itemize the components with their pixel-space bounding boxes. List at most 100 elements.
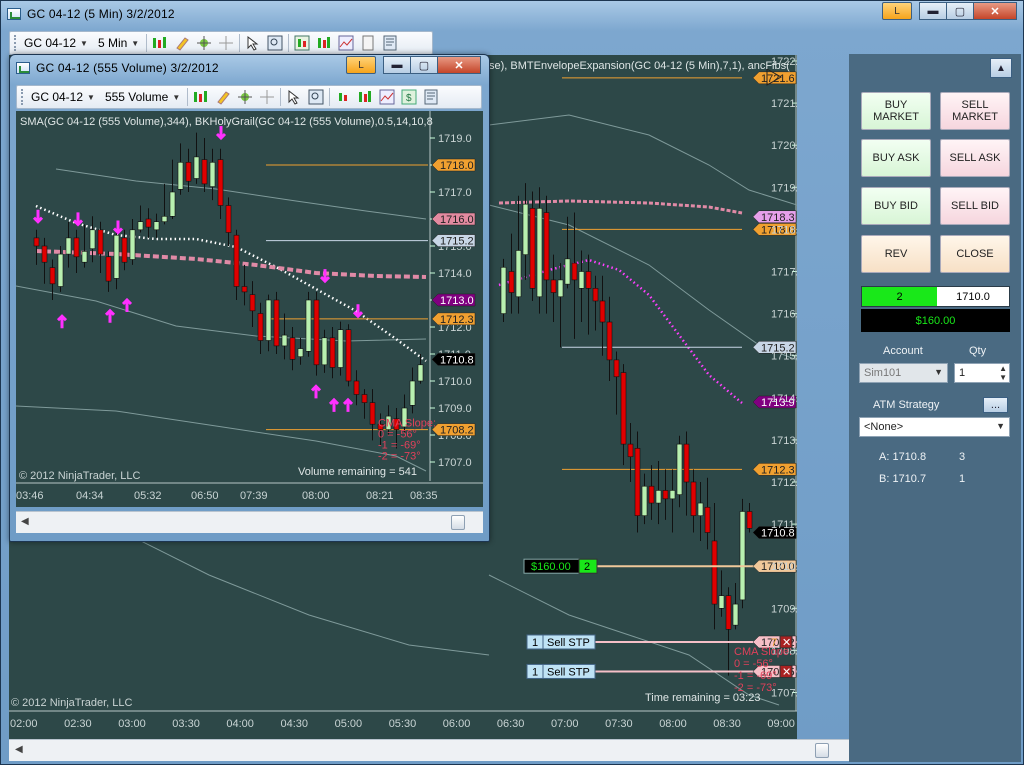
period-selector[interactable]: 5 Min ▼ [95, 36, 142, 50]
position-display: 2 1710.0 [861, 286, 1010, 307]
y-tick-label: 1710.0 [771, 561, 797, 573]
pointer-icon[interactable] [244, 34, 262, 52]
chart-trader-icon[interactable] [422, 88, 440, 106]
inner-window-title: GC 04-12 (555 Volume) 3/2/2012 [36, 61, 219, 75]
inner-link-button[interactable]: L [346, 56, 376, 74]
toolbar-grip-icon [14, 35, 17, 51]
candle-body [137, 221, 144, 231]
candle-body [57, 253, 64, 287]
inner-period-selector[interactable]: 555 Volume ▼ [102, 90, 183, 104]
main-toolbar: GC 04-12 ▼ 5 Min ▼ [9, 31, 433, 55]
maximize-button[interactable]: ▢ [946, 2, 974, 20]
zoom-icon[interactable] [266, 34, 284, 52]
quantity-stepper[interactable]: 1 ▲ ▼ [954, 363, 1010, 383]
buy-market-button[interactable]: BUY MARKET [861, 92, 931, 130]
panel-collapse-button[interactable]: ▲ [990, 58, 1012, 78]
price-tag: 1708.2 [440, 425, 474, 437]
x-tick-label: 03:30 [172, 718, 200, 730]
reverse-button[interactable]: REV [861, 235, 931, 273]
scroll-thumb[interactable] [451, 515, 465, 530]
properties-icon[interactable] [359, 34, 377, 52]
chevron-down-icon: ▼ [87, 92, 95, 102]
bar-style-icon[interactable] [192, 88, 210, 106]
order-qty: 1 [532, 666, 538, 678]
main-horizontal-scrollbar[interactable]: ◀ [9, 739, 849, 761]
bar-style-icon[interactable] [151, 34, 169, 52]
instrument-selector[interactable]: GC 04-12 ▼ [21, 36, 91, 50]
toolbar-separator [187, 88, 189, 106]
dollar-icon[interactable]: $ [400, 88, 418, 106]
envelope-line [55, 168, 427, 220]
account-select[interactable]: Sim101 ▼ [859, 363, 948, 383]
buy-bid-button[interactable]: BUY BID [861, 187, 931, 225]
atm-more-button[interactable]: ... [983, 397, 1008, 413]
chart-trader-icon[interactable] [381, 34, 399, 52]
close-position-button[interactable]: CLOSE [940, 235, 1010, 273]
candle-body [281, 334, 288, 347]
close-button[interactable]: ✕ [973, 2, 1017, 20]
pencil-draw-icon[interactable] [173, 34, 191, 52]
y-tick-label: 1712.0 [771, 477, 797, 489]
chart-trader-panel: ▲ BUY MARKET SELL MARKET BUY ASK SELL ASK … [849, 54, 1021, 762]
chart-app-icon [16, 62, 30, 74]
sell-ask-button[interactable]: SELL ASK [940, 139, 1010, 177]
x-tick-label: 03:46 [16, 490, 44, 502]
candle-body [345, 329, 352, 382]
x-tick-label: 08:00 [302, 490, 330, 502]
inner-close-button[interactable]: ✕ [437, 56, 481, 74]
cma-slope-text: CMA Slope: [734, 646, 792, 658]
inner-indicator-line: SMA(GC 04-12 (555 Volume),344), BKHolyGr… [20, 116, 433, 128]
indicators-icon[interactable] [315, 34, 333, 52]
candle-body [536, 208, 543, 298]
bid-price-label: B: 1710.7 [879, 473, 927, 485]
x-tick-label: 07:30 [605, 718, 633, 730]
candle-body [648, 485, 655, 504]
cma-slope-text: 0 = -56° [734, 658, 773, 670]
scroll-left-icon[interactable]: ◀ [15, 744, 23, 755]
data-series-icon[interactable] [334, 88, 352, 106]
candle-body [65, 237, 72, 255]
atm-strategy-select[interactable]: <None> ▼ [859, 417, 1010, 437]
strategy-icon[interactable] [378, 88, 396, 106]
scroll-left-icon[interactable]: ◀ [21, 516, 29, 527]
candle-body [585, 271, 592, 289]
main-time-remaining: Time remaining = 03:23 [645, 692, 761, 704]
inner-toolbar: GC 04-12 ▼ 555 Volume ▼ $ [16, 85, 482, 109]
inner-horizontal-scrollbar[interactable]: ◀ [16, 511, 483, 533]
buy-ask-button[interactable]: BUY ASK [861, 139, 931, 177]
candle-body [417, 364, 424, 382]
inner-maximize-button[interactable]: ▢ [410, 56, 438, 74]
global-crosshair-icon[interactable] [258, 88, 276, 106]
candle-body [225, 205, 232, 233]
sell-bid-button[interactable]: SELL BID [940, 187, 1010, 225]
global-crosshair-icon[interactable] [217, 34, 235, 52]
volume-chart-area[interactable]: 1719.01718.01717.01716.01715.01714.01713… [16, 111, 483, 507]
crosshair-icon[interactable] [195, 34, 213, 52]
pencil-draw-icon[interactable] [214, 88, 232, 106]
link-button[interactable]: L [882, 2, 912, 20]
main-titlebar[interactable]: GC 04-12 (5 Min) 3/2/2012 [1, 1, 1023, 27]
minimize-button[interactable]: ▬ [919, 2, 947, 20]
candle-body [249, 294, 256, 312]
sell-signal-arrow-icon [72, 212, 84, 227]
instrument-label: GC 04-12 [31, 90, 84, 104]
inner-instrument-selector[interactable]: GC 04-12 ▼ [28, 90, 98, 104]
candle-body [557, 279, 564, 298]
candle-body [409, 380, 416, 406]
chevron-down-icon: ▼ [131, 38, 140, 48]
toolbar-separator [239, 34, 241, 52]
pointer-icon[interactable] [285, 88, 303, 106]
x-tick-label: 02:30 [64, 718, 92, 730]
zoom-icon[interactable] [307, 88, 325, 106]
y-tick-label: 1710.0 [438, 376, 472, 388]
crosshair-icon[interactable] [236, 88, 254, 106]
strategy-icon[interactable] [337, 34, 355, 52]
data-series-icon[interactable] [293, 34, 311, 52]
inner-minimize-button[interactable]: ▬ [383, 56, 411, 74]
instrument-label: GC 04-12 [24, 36, 77, 50]
scroll-thumb[interactable] [815, 743, 829, 758]
indicators-icon[interactable] [356, 88, 374, 106]
stepper-arrows-icon[interactable]: ▲ ▼ [999, 364, 1007, 382]
buy-signal-arrow-icon [342, 397, 354, 412]
sell-market-button[interactable]: SELL MARKET [940, 92, 1010, 130]
